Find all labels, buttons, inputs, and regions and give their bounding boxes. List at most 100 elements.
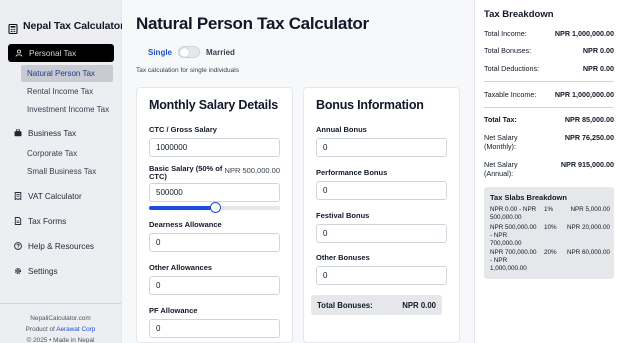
sidebar-item-personal-tax[interactable]: Personal Tax <box>8 44 114 62</box>
dearness-label: Dearness Allowance <box>149 220 222 229</box>
toggle-label-single[interactable]: Single <box>148 48 172 57</box>
sidebar-item-settings[interactable]: Settings <box>0 263 122 279</box>
ctc-input[interactable]: 1000000 <box>149 138 280 157</box>
sidebar-item-natural-person-tax[interactable]: Natural Person Tax <box>21 65 113 82</box>
total-deductions-row: Total Deductions: NPR 0.00 <box>484 64 614 73</box>
net-monthly-value: NPR 76,250.00 <box>564 133 614 142</box>
marital-status-switch[interactable] <box>178 46 201 58</box>
total-tax-label: Total Tax: <box>484 115 517 124</box>
annual-bonus-input[interactable]: 0 <box>316 138 447 157</box>
sidebar-item-corporate-tax[interactable]: Corporate Tax <box>21 145 113 162</box>
sidebar-item-help-resources[interactable]: Help & Resources <box>0 238 122 254</box>
breakdown-heading: Tax Breakdown <box>484 9 554 20</box>
receipt-icon <box>13 192 22 201</box>
bonus-card: Bonus Information Annual Bonus 0 Perform… <box>303 87 460 343</box>
bonus-heading: Bonus Information <box>316 98 424 112</box>
taxable-income-value: NPR 1,000,000.00 <box>554 90 614 99</box>
total-bonuses-label: Total Bonuses: <box>317 300 373 310</box>
total-bonuses-summary-value: NPR 0.00 <box>582 46 614 55</box>
basic-salary-slider[interactable] <box>149 202 280 213</box>
sidebar-item-label: VAT Calculator <box>28 191 82 201</box>
sidebar-item-label: Help & Resources <box>28 241 94 251</box>
total-bonuses-row: Total Bonuses: NPR 0.00 <box>484 46 614 55</box>
slab-tax: NPR 60,000.00 <box>566 249 610 256</box>
footer-company-link[interactable]: Aerawat Corp <box>56 326 95 333</box>
net-monthly-row: Net Salary (Monthly): NPR 76,250.00 <box>484 133 614 151</box>
total-tax-row: Total Tax: NPR 85,000.00 <box>484 115 614 124</box>
main-content: Natural Person Tax Calculator Single Mar… <box>122 0 474 343</box>
slab-range: NPR 700,000.00 - NPR 1,000,000.00 <box>490 249 537 272</box>
salary-card: Monthly Salary Details CTC / Gross Salar… <box>136 87 293 343</box>
sidebar-item-investment-income-tax[interactable]: Investment Income Tax <box>21 101 113 118</box>
performance-bonus-input[interactable]: 0 <box>316 181 447 200</box>
total-deductions-label: Total Deductions: <box>484 64 540 73</box>
footer-product: Product of Aerawat Corp <box>0 324 121 335</box>
basic-salary-label: Basic Salary (50% of CTC) <box>149 164 223 181</box>
taxable-income-row: Taxable Income: NPR 1,000,000.00 <box>484 90 614 99</box>
total-income-label: Total Income: <box>484 29 527 38</box>
pf-allowance-label: PF Allowance <box>149 306 198 315</box>
page-title: Natural Person Tax Calculator <box>136 14 369 33</box>
slab-rate: 1% <box>544 206 554 213</box>
slab-range: NPR 500,000.00 - NPR 700,000.00 <box>490 224 537 247</box>
footer-copyright: © 2025 • Made in Nepal <box>26 337 95 343</box>
total-bonuses-bar: Total Bonuses: NPR 0.00 <box>311 295 442 315</box>
slab-tax: NPR 5,000.00 <box>570 206 610 213</box>
briefcase-icon <box>13 129 22 138</box>
slider-fill <box>149 206 215 210</box>
ctc-label: CTC / Gross Salary <box>149 125 217 134</box>
sidebar-item-label: Tax Forms <box>28 216 67 226</box>
document-icon <box>13 217 22 226</box>
total-income-value: NPR 1,000,000.00 <box>554 29 614 38</box>
festival-bonus-input[interactable]: 0 <box>316 224 447 243</box>
brand: Nepal Tax Calculator <box>0 0 124 36</box>
slab-rate: 20% <box>544 249 557 256</box>
other-bonuses-input[interactable]: 0 <box>316 266 447 285</box>
net-monthly-label: Net Salary (Monthly): <box>484 133 518 151</box>
slider-thumb[interactable] <box>209 202 221 213</box>
sidebar-item-label: Personal Tax <box>29 48 77 58</box>
calculator-icon <box>8 21 18 34</box>
tax-slabs-box: Tax Slabs Breakdown NPR 0.00 - NPR 500,0… <box>484 187 614 279</box>
tax-breakdown-panel: Tax Breakdown Total Income: NPR 1,000,00… <box>474 0 620 343</box>
sidebar-item-tax-forms[interactable]: Tax Forms <box>0 213 122 229</box>
sidebar-footer: NepaliCalculator.com Product of Aerawat … <box>0 303 121 343</box>
gear-icon <box>13 267 22 276</box>
total-deductions-value: NPR 0.00 <box>582 64 614 73</box>
sidebar-item-label: Settings <box>28 266 58 276</box>
slab-tax: NPR 20,000.00 <box>566 224 610 231</box>
net-annual-value: NPR 915,000.00 <box>560 160 614 169</box>
toggle-label-married[interactable]: Married <box>206 48 235 57</box>
basic-salary-input[interactable]: 500000 <box>149 183 280 202</box>
sidebar-item-small-business-tax[interactable]: Small Business Tax <box>21 163 113 180</box>
taxable-income-label: Taxable Income: <box>484 90 537 99</box>
divider <box>484 81 614 82</box>
switch-knob <box>180 48 190 57</box>
other-allowances-label: Other Allowances <box>149 263 213 272</box>
pf-allowance-input[interactable]: 0 <box>149 319 280 338</box>
sidebar-item-vat-calculator[interactable]: VAT Calculator <box>0 188 122 204</box>
sidebar: Nepal Tax Calculator Personal Tax Natura… <box>0 0 124 343</box>
basic-salary-amount: NPR 500,000.00 <box>224 166 280 175</box>
festival-bonus-label: Festival Bonus <box>316 211 370 220</box>
footer-product-prefix: Product of <box>25 326 57 333</box>
sidebar-nav: Personal Tax Natural Person Tax Rental I… <box>0 44 122 279</box>
annual-bonus-label: Annual Bonus <box>316 125 367 134</box>
tax-slabs-heading: Tax Slabs Breakdown <box>490 193 567 202</box>
net-annual-row: Net Salary (Annual): NPR 915,000.00 <box>484 160 614 178</box>
slab-range: NPR 0.00 - NPR 500,000.00 <box>490 206 537 221</box>
slab-rate: 10% <box>544 224 557 231</box>
total-bonuses-value: NPR 0.00 <box>402 300 436 310</box>
dearness-input[interactable]: 0 <box>149 233 280 252</box>
net-annual-label: Net Salary (Annual): <box>484 160 518 178</box>
total-bonuses-summary-label: Total Bonuses: <box>484 46 532 55</box>
sidebar-item-business-tax[interactable]: Business Tax <box>0 125 122 141</box>
performance-bonus-label: Performance Bonus <box>316 168 388 177</box>
sidebar-item-rental-income-tax[interactable]: Rental Income Tax <box>21 83 113 100</box>
user-icon <box>14 49 23 58</box>
filing-status-toggle: Single Married <box>148 46 235 58</box>
divider <box>484 107 614 108</box>
sidebar-item-label: Business Tax <box>28 128 77 138</box>
other-allowances-input[interactable]: 0 <box>149 276 280 295</box>
total-income-row: Total Income: NPR 1,000,000.00 <box>484 29 614 38</box>
